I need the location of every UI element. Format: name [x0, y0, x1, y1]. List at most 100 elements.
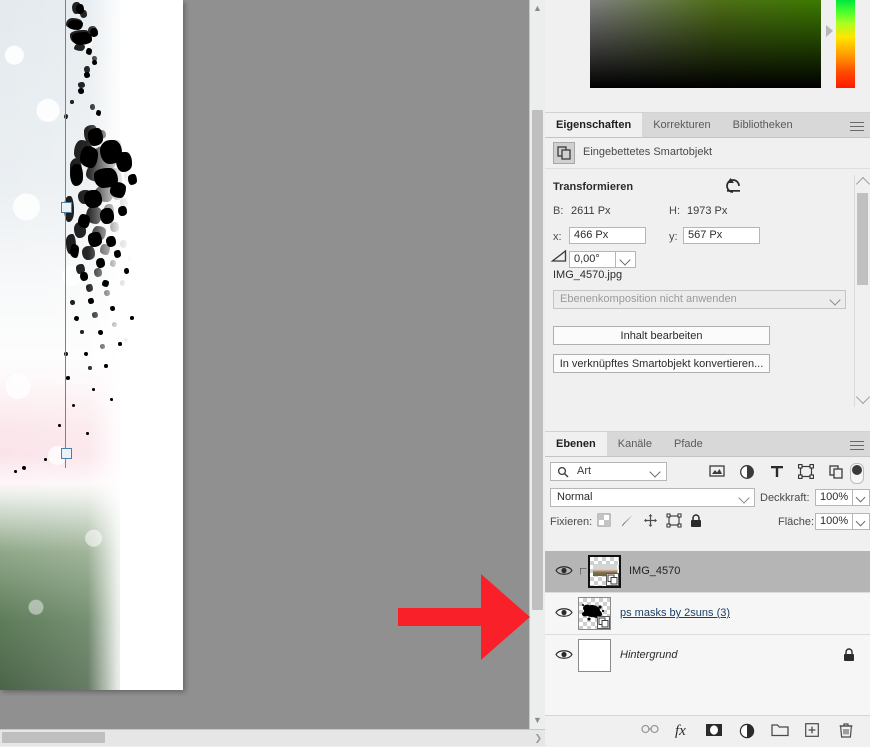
smart-object-type-label: Eingebettetes Smartobjekt [583, 146, 713, 158]
layers-panel-menu-icon[interactable] [850, 438, 864, 450]
fill-input[interactable] [815, 513, 853, 530]
layer-name[interactable]: ps masks by 2suns (3) [620, 607, 730, 619]
ink-splatter [66, 376, 70, 380]
hue-slider[interactable] [836, 0, 855, 88]
smart-object-filter-icon[interactable] [828, 464, 844, 480]
edit-content-button[interactable]: Inhalt bearbeiten [553, 326, 770, 345]
shape-layer-filter-icon[interactable] [798, 464, 814, 480]
layer-name[interactable]: Hintergrund [620, 649, 677, 661]
scroll-down-chevron-icon[interactable] [855, 389, 870, 405]
new-adjustment-layer-icon[interactable] [739, 723, 755, 741]
chevron-down-icon[interactable] [649, 466, 661, 478]
layer-comp-select[interactable]: Ebenenkomposition nicht anwenden [553, 290, 846, 309]
properties-scrollbar[interactable] [854, 175, 870, 407]
tab-bibliotheken[interactable]: Bibliotheken [722, 113, 804, 137]
ink-splatter [70, 100, 74, 104]
canvas-area[interactable]: ▲ ▼ ❯ [0, 0, 545, 746]
ink-splatter [118, 206, 127, 216]
tab-ebenen[interactable]: Ebenen [545, 432, 607, 456]
transform-handle-middle-left[interactable] [61, 202, 72, 213]
canvas-horizontal-scroll-thumb[interactable] [2, 732, 105, 743]
opacity-dropdown-button[interactable] [853, 489, 870, 506]
chevron-down-icon [738, 492, 750, 504]
color-picker-panel[interactable] [545, 0, 870, 110]
tab-kanaele[interactable]: Kanäle [607, 432, 663, 456]
document-canvas[interactable] [0, 0, 183, 690]
convert-to-linked-button[interactable]: In verknüpftes Smartobjekt konvertieren.… [553, 354, 770, 373]
add-layer-mask-icon[interactable] [705, 723, 723, 741]
document-artwork [0, 0, 183, 690]
ink-splatter [116, 152, 132, 172]
type-layer-filter-icon[interactable] [769, 464, 785, 480]
hue-slider-marker-icon[interactable] [826, 25, 833, 37]
lock-transparency-icon[interactable] [597, 513, 611, 527]
blend-mode-select[interactable]: Normal [550, 488, 755, 507]
layer-thumbnail[interactable] [578, 597, 611, 630]
table-row[interactable]: ps masks by 2suns (3) [545, 593, 870, 635]
smart-object-badge-icon [597, 616, 610, 629]
opacity-input[interactable] [815, 489, 853, 506]
width-label: B: [553, 205, 564, 217]
angle-dropdown-button[interactable] [616, 251, 636, 268]
source-file-name: IMG_4570.jpg [553, 269, 623, 281]
saturation-brightness-square[interactable] [590, 0, 821, 88]
canvas-vertical-scrollbar[interactable]: ▲ ▼ [529, 0, 545, 730]
properties-panel-menu-icon[interactable] [850, 119, 864, 131]
angle-input[interactable] [569, 251, 616, 268]
new-group-icon[interactable] [771, 723, 789, 741]
table-row[interactable]: Hintergrund [545, 635, 870, 676]
ink-splatter [92, 388, 95, 391]
ink-splatter [110, 260, 116, 267]
lock-position-icon[interactable] [644, 514, 657, 527]
filter-enable-toggle[interactable] [850, 463, 864, 484]
scroll-up-chevron-icon[interactable] [855, 176, 870, 192]
ink-splatter [90, 28, 98, 37]
new-layer-icon[interactable] [805, 723, 819, 741]
layer-name[interactable]: IMG_4570 [629, 565, 680, 577]
layer-filter-type-select[interactable]: Art [550, 462, 667, 481]
layer-visibility-icon[interactable] [555, 648, 573, 662]
scroll-right-arrow-icon[interactable]: ❯ [534, 730, 542, 746]
table-row[interactable]: ∟ IMG_4570 [545, 551, 870, 593]
adjustment-layer-filter-icon[interactable] [739, 464, 755, 480]
tab-eigenschaften[interactable]: Eigenschaften [545, 113, 643, 137]
layer-locked-icon[interactable] [843, 648, 856, 662]
lock-image-pixels-icon[interactable] [621, 514, 634, 527]
layer-list[interactable]: ∟ IMG_4570 ps masks by 2suns (3) Hinterg… [545, 551, 870, 716]
smart-object-header: Eingebettetes Smartobjekt [545, 138, 870, 169]
scroll-up-arrow-icon[interactable]: ▲ [530, 0, 545, 16]
transform-handle-bottom-left[interactable] [61, 448, 72, 459]
layer-thumbnail[interactable] [588, 555, 621, 588]
link-layers-icon[interactable] [641, 723, 659, 741]
ink-splatter [106, 236, 116, 247]
transform-bounding-box[interactable] [61, 0, 72, 468]
properties-scroll-thumb[interactable] [857, 193, 868, 285]
fill-dropdown-button[interactable] [853, 513, 870, 530]
ink-splatter [22, 466, 26, 470]
fill-label: Fläche: [778, 516, 815, 528]
pixel-layer-filter-icon[interactable] [709, 464, 725, 480]
y-input[interactable] [683, 227, 760, 244]
ink-splatter [130, 316, 134, 320]
layer-visibility-icon[interactable] [555, 606, 573, 620]
chevron-down-icon [829, 294, 841, 306]
ink-splatter [128, 256, 133, 262]
layer-thumbnail[interactable] [578, 639, 611, 672]
lock-all-icon[interactable] [690, 514, 702, 528]
layer-visibility-icon[interactable] [555, 564, 573, 578]
lock-artboard-nesting-icon[interactable] [666, 513, 682, 528]
canvas-horizontal-scrollbar[interactable]: ❯ [0, 729, 545, 746]
ink-splatter [80, 272, 88, 281]
ink-splatter [80, 146, 98, 168]
tab-pfade[interactable]: Pfade [663, 432, 714, 456]
tab-korrekturen[interactable]: Korrekturen [642, 113, 721, 137]
delete-layer-icon[interactable] [839, 723, 853, 741]
tab-label: Kanäle [617, 438, 652, 450]
scroll-down-arrow-icon[interactable]: ▼ [530, 712, 545, 728]
canvas-vertical-scroll-thumb[interactable] [532, 110, 543, 610]
reset-transform-icon[interactable] [725, 177, 743, 193]
height-value: 1973 Px [687, 205, 728, 217]
x-input[interactable] [569, 227, 646, 244]
layer-style-fx-icon[interactable]: fx [675, 723, 686, 741]
ink-splatter [76, 4, 84, 14]
